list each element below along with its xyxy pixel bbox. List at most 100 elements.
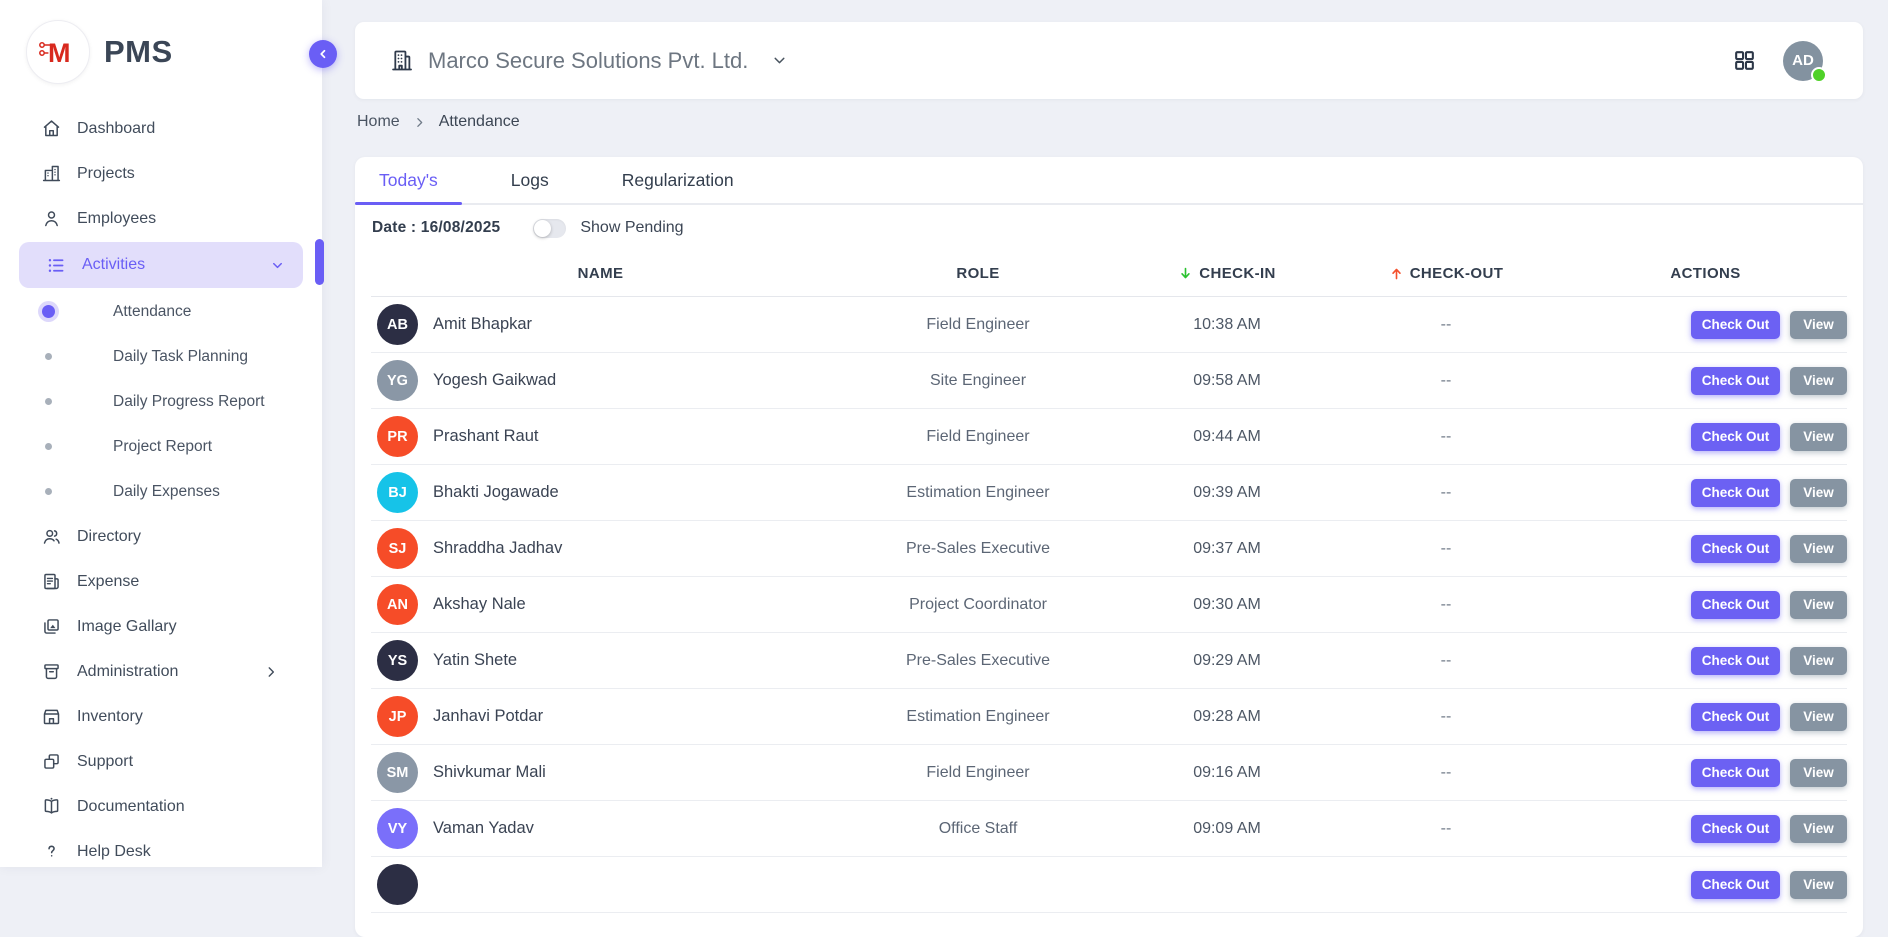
row-avatar-initials: VY [388,821,407,837]
table-row: SM Shivkumar Mali Field Engineer 09:16 A… [371,745,1847,801]
row-avatar: PR [377,416,418,457]
view-button[interactable]: View [1790,647,1847,675]
sidebar-item-label: Directory [77,528,141,546]
header-role: ROLE [830,265,1126,282]
check-out-button[interactable]: Check Out [1691,479,1780,507]
breadcrumb-home[interactable]: Home [357,113,400,131]
row-role: Office Staff [830,820,1126,838]
row-actions: Check Out View [1564,759,1847,787]
sidebar-subitem-daily-task-planning[interactable]: Daily Task Planning [0,334,322,379]
sidebar-item-inventory[interactable]: Inventory [0,694,322,739]
row-avatar-initials: SJ [389,541,407,557]
toggle-knob [534,220,551,237]
user-avatar[interactable]: AD [1783,41,1823,81]
employee-cell: VY Vaman Yadav [371,808,830,849]
table-row: AB Amit Bhapkar Field Engineer 10:38 AM … [371,297,1847,353]
employee-cell: BJ Bhakti Jogawade [371,472,830,513]
row-name: Akshay Nale [433,595,526,614]
sidebar-subitem-daily-expenses[interactable]: Daily Expenses [0,469,322,514]
sidebar-subitem-project-report[interactable]: Project Report [0,424,322,469]
sidebar-subitem-daily-progress-report[interactable]: Daily Progress Report [0,379,322,424]
sidebar-subitem-attendance[interactable]: Attendance [0,289,322,334]
row-avatar: YG [377,360,418,401]
row-check-out: -- [1328,820,1564,838]
check-out-button[interactable]: Check Out [1691,815,1780,843]
check-out-button[interactable]: Check Out [1691,647,1780,675]
header-check-in[interactable]: CHECK-IN [1126,265,1328,282]
attendance-card: Today's Logs Regularization Date : 16/08… [355,157,1863,937]
sidebar-item-activities[interactable]: Activities [19,242,303,288]
row-check-out: -- [1328,428,1564,446]
row-role: Field Engineer [830,316,1126,334]
sidebar-item-image-gallery[interactable]: Image Gallary [0,604,322,649]
view-button[interactable]: View [1790,535,1847,563]
sidebar-item-label: Documentation [77,798,185,816]
tab-logs[interactable]: Logs [487,157,573,203]
row-avatar-initials: JP [389,709,407,725]
archive-box-icon [41,661,62,682]
bullet-icon [38,347,58,367]
check-out-button[interactable]: Check Out [1691,703,1780,731]
check-out-button[interactable]: Check Out [1691,591,1780,619]
row-avatar: VY [377,808,418,849]
book-icon [41,796,62,817]
row-role: Estimation Engineer [830,484,1126,502]
row-check-in: 09:39 AM [1126,484,1328,502]
row-actions: Check Out View [1564,479,1847,507]
sidebar-item-documentation[interactable]: Documentation [0,784,322,829]
header-check-out-label: CHECK-OUT [1410,265,1504,282]
sidebar-subitem-label: Daily Task Planning [113,348,248,366]
check-out-button[interactable]: Check Out [1691,311,1780,339]
view-button[interactable]: View [1790,815,1847,843]
table-header-row: NAME ROLE CHECK-IN CHECK-OUT ACTIONS [371,251,1847,297]
sidebar-item-expense[interactable]: Expense [0,559,322,604]
sidebar-item-label: Employees [77,210,156,228]
company-selector[interactable]: Marco Secure Solutions Pvt. Ltd. [388,47,788,74]
row-avatar [377,864,418,905]
row-name: Yogesh Gaikwad [433,371,556,390]
breadcrumb: Home Attendance [357,113,520,131]
row-check-in: 09:29 AM [1126,652,1328,670]
view-button[interactable]: View [1790,423,1847,451]
sidebar-item-support[interactable]: Support [0,739,322,784]
sidebar-collapse-button[interactable] [309,40,337,68]
row-avatar: AB [377,304,418,345]
show-pending-toggle[interactable] [533,219,566,238]
sidebar-item-projects[interactable]: Projects [0,151,322,196]
sidebar-item-label: Inventory [77,708,143,726]
sidebar-item-administration[interactable]: Administration [0,649,322,694]
header-check-in-label: CHECK-IN [1199,265,1276,282]
building-icon [388,47,415,74]
view-button[interactable]: View [1790,759,1847,787]
sidebar-item-label: Activities [82,256,145,274]
apps-grid-button[interactable] [1732,48,1757,73]
view-button[interactable]: View [1790,591,1847,619]
chevron-right-icon [264,665,278,679]
sidebar-item-employees[interactable]: Employees [0,196,322,241]
user-initials: AD [1792,52,1814,69]
check-out-button[interactable]: Check Out [1691,871,1780,899]
tab-todays[interactable]: Today's [355,157,462,203]
row-check-out: -- [1328,596,1564,614]
sidebar-item-help-desk[interactable]: Help Desk [0,829,322,874]
row-role: Pre-Sales Executive [830,540,1126,558]
row-check-out: -- [1328,708,1564,726]
check-out-button[interactable]: Check Out [1691,759,1780,787]
row-check-in: 09:44 AM [1126,428,1328,446]
row-check-out: -- [1328,764,1564,782]
employee-cell [371,864,830,905]
view-button[interactable]: View [1790,703,1847,731]
header-check-out[interactable]: CHECK-OUT [1328,265,1564,282]
row-actions: Check Out View [1564,647,1847,675]
view-button[interactable]: View [1790,367,1847,395]
view-button[interactable]: View [1790,311,1847,339]
check-out-button[interactable]: Check Out [1691,535,1780,563]
sidebar-item-directory[interactable]: Directory [0,514,322,559]
sidebar-item-dashboard[interactable]: Dashboard [0,106,322,151]
check-out-button[interactable]: Check Out [1691,423,1780,451]
header-name: NAME [371,265,830,282]
view-button[interactable]: View [1790,479,1847,507]
check-out-button[interactable]: Check Out [1691,367,1780,395]
view-button[interactable]: View [1790,871,1847,899]
tab-regularization[interactable]: Regularization [598,157,758,203]
